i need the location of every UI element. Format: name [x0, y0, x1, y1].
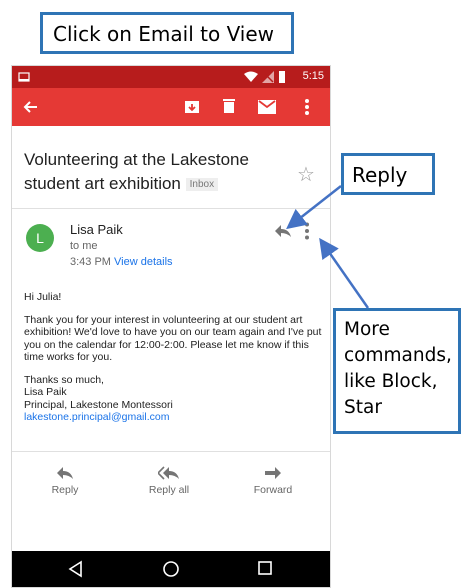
reply-arrow — [286, 185, 342, 230]
more-commands-arrow — [319, 237, 370, 309]
callout-arrows — [286, 185, 370, 309]
